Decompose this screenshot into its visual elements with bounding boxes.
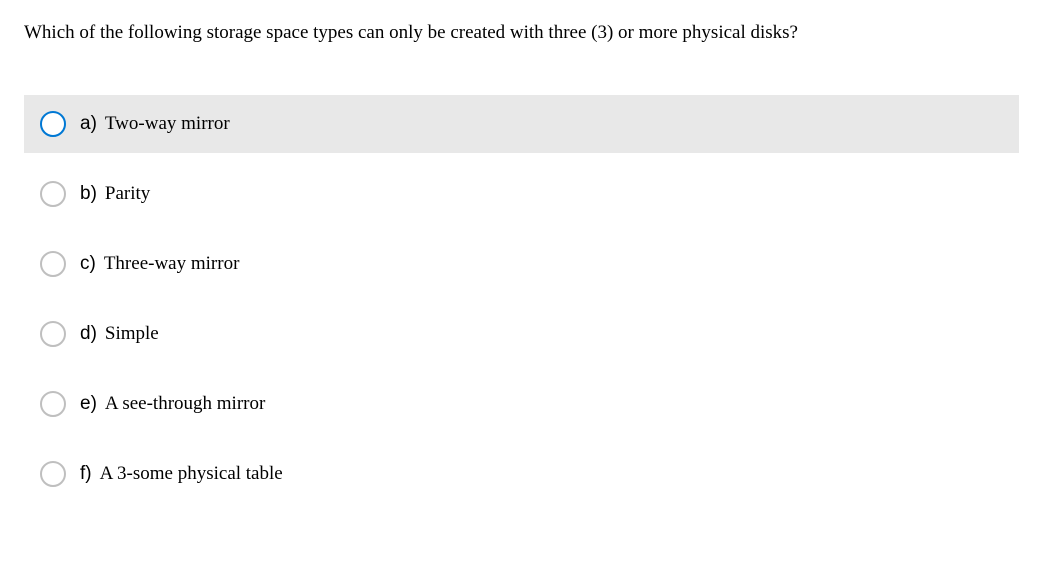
- option-d[interactable]: d) Simple: [24, 305, 1019, 363]
- option-letter: f): [80, 463, 92, 485]
- option-text: A 3-some physical table: [100, 463, 283, 485]
- option-c[interactable]: c) Three-way mirror: [24, 235, 1019, 293]
- option-text: A see-through mirror: [105, 393, 265, 415]
- option-text: Two-way mirror: [105, 113, 230, 135]
- options-list: a) Two-way mirror b) Parity c) Three-way…: [24, 95, 1019, 515]
- option-letter: b): [80, 183, 97, 205]
- radio-icon[interactable]: [40, 181, 66, 207]
- question-text: Which of the following storage space typ…: [24, 20, 1019, 47]
- option-text: Simple: [105, 323, 159, 345]
- radio-icon[interactable]: [40, 461, 66, 487]
- option-a[interactable]: a) Two-way mirror: [24, 95, 1019, 153]
- option-letter: e): [80, 393, 97, 415]
- option-e[interactable]: e) A see-through mirror: [24, 375, 1019, 433]
- option-text: Parity: [105, 183, 150, 205]
- option-letter: d): [80, 323, 97, 345]
- radio-icon[interactable]: [40, 111, 66, 137]
- radio-icon[interactable]: [40, 321, 66, 347]
- option-text: Three-way mirror: [104, 253, 240, 275]
- option-letter: a): [80, 113, 97, 135]
- option-letter: c): [80, 253, 96, 275]
- option-f[interactable]: f) A 3-some physical table: [24, 445, 1019, 503]
- radio-icon[interactable]: [40, 391, 66, 417]
- radio-icon[interactable]: [40, 251, 66, 277]
- option-b[interactable]: b) Parity: [24, 165, 1019, 223]
